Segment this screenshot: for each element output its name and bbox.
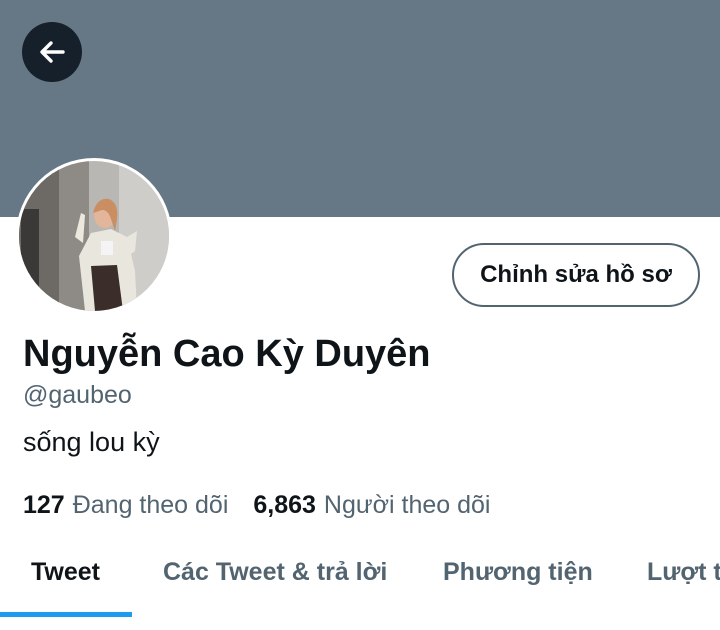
tab-tweets[interactable]: Tweet: [31, 545, 100, 600]
profile-tabs: Tweet Các Tweet & trả lời Phương tiện Lư…: [0, 545, 720, 620]
following-label: Đang theo dõi: [72, 491, 229, 519]
edit-profile-button[interactable]: Chỉnh sửa hồ sơ: [452, 243, 700, 307]
profile-bio: sống lou kỳ: [23, 427, 160, 457]
arrow-left-icon: [36, 36, 68, 68]
avatar-photo: [19, 161, 169, 311]
following-stat[interactable]: 127 Đang theo dõi: [23, 489, 228, 521]
followers-label: Người theo dõi: [323, 491, 491, 519]
followers-count: 6,863: [253, 491, 316, 519]
profile-page: Chỉnh sửa hồ sơ Nguyễn Cao Kỳ Duyên @gau…: [0, 0, 720, 630]
back-button[interactable]: [22, 22, 82, 82]
follow-stats: 127 Đang theo dõi 6,863 Người theo dõi: [23, 489, 508, 521]
followers-stat[interactable]: 6,863 Người theo dõi: [253, 489, 490, 521]
user-handle: @gaubeo: [23, 381, 132, 409]
active-tab-indicator: [0, 612, 132, 617]
tab-tweets-and-replies[interactable]: Các Tweet & trả lời: [163, 545, 387, 600]
display-name: Nguyễn Cao Kỳ Duyên: [23, 333, 431, 375]
tab-likes[interactable]: Lượt thích: [647, 545, 720, 600]
tab-media[interactable]: Phương tiện: [443, 545, 593, 600]
following-count: 127: [23, 491, 65, 519]
profile-avatar[interactable]: [16, 158, 172, 314]
